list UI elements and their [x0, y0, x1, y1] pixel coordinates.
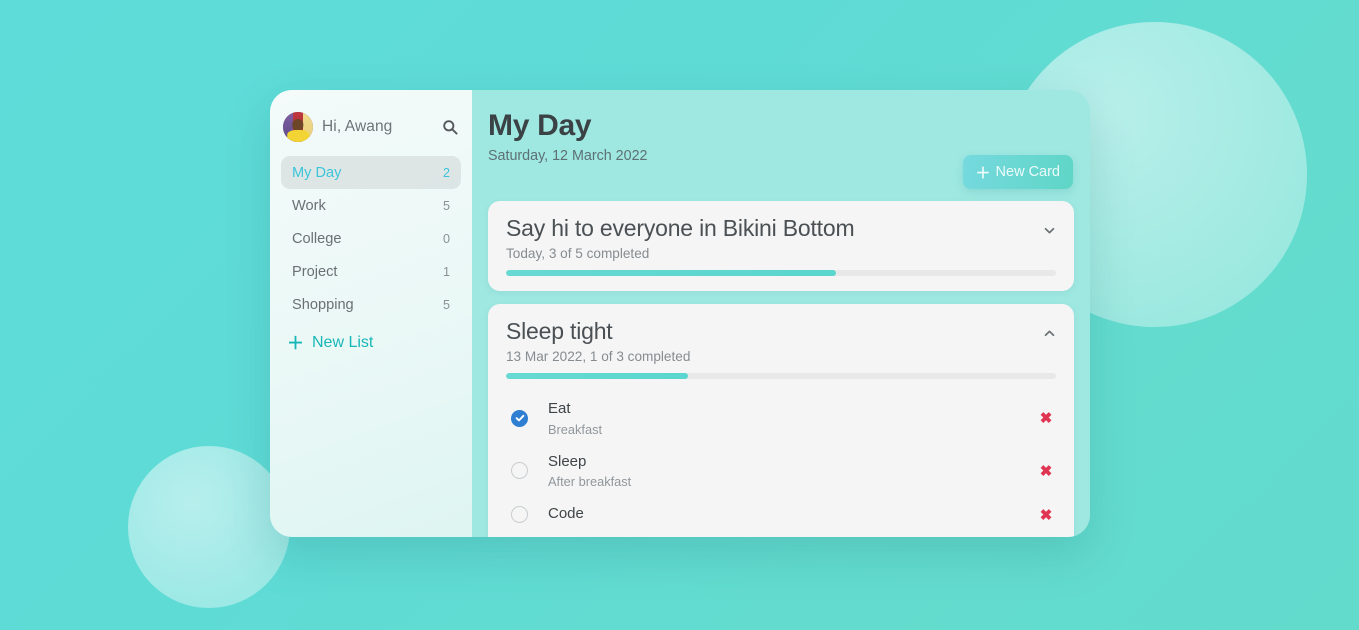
sidebar-item-count: 5: [442, 198, 450, 213]
sidebar-item-count: 2: [442, 165, 450, 180]
task-note: After breakfast: [548, 474, 632, 490]
task-card[interactable]: Sleep tight 13 Mar 2022, 1 of 3 complete…: [488, 303, 1074, 537]
new-card-label: New Card: [995, 164, 1060, 180]
new-list-button[interactable]: ＋ New List: [281, 328, 461, 358]
sidebar-nav: My Day 2 Work 5 College 0 Project 1 Shop…: [281, 156, 461, 321]
decorative-circle-bottom-left: [128, 446, 290, 608]
task-row[interactable]: Eat Breakfast ✖: [506, 392, 1056, 445]
greeting-text: Hi, Awang: [322, 118, 393, 135]
card-subtitle: Today, 3 of 5 completed: [506, 245, 650, 261]
page-title: My Day: [488, 109, 592, 142]
plus-icon: ＋: [975, 164, 991, 182]
task-row[interactable]: Sleep After breakfast ✖: [506, 445, 1056, 498]
task-note: Breakfast: [548, 421, 603, 437]
delete-task-icon[interactable]: ✖: [1038, 410, 1054, 427]
sidebar-item-count: 0: [442, 231, 450, 246]
progress-track: [506, 372, 1056, 379]
sidebar-item-work[interactable]: Work 5: [281, 189, 461, 222]
avatar: [283, 112, 313, 142]
task-title: Code: [548, 505, 584, 523]
card-title: Say hi to everyone in Bikini Bottom: [506, 214, 855, 241]
main-content: My Day Saturday, 12 March 2022 ＋ New Car…: [472, 90, 1090, 537]
task-card[interactable]: Say hi to everyone in Bikini Bottom Toda…: [488, 200, 1074, 291]
task-title: Eat: [548, 399, 571, 417]
new-list-label: New List: [312, 334, 374, 351]
profile-row: Hi, Awang: [281, 110, 461, 144]
sidebar-item-label: My Day: [292, 164, 342, 181]
plus-icon: ＋: [287, 333, 304, 353]
sidebar-item-label: Work: [292, 197, 326, 214]
task-checkbox-unchecked[interactable]: [511, 506, 528, 524]
search-icon[interactable]: [441, 118, 459, 136]
task-title: Sleep: [548, 452, 587, 470]
task-checkbox-checked[interactable]: [511, 409, 528, 427]
delete-task-icon[interactable]: ✖: [1038, 507, 1054, 524]
task-row[interactable]: Code ✖: [506, 497, 1056, 532]
sidebar-item-label: Shopping: [292, 296, 354, 313]
sidebar-item-count: 1: [442, 264, 450, 279]
sidebar-item-label: College: [292, 230, 342, 247]
card-subtitle: 13 Mar 2022, 1 of 3 completed: [506, 348, 691, 364]
app-window: Hi, Awang My Day 2 Work 5 College 0 Proj…: [270, 90, 1090, 537]
card-title: Sleep tight: [506, 317, 613, 344]
sidebar: Hi, Awang My Day 2 Work 5 College 0 Proj…: [270, 90, 472, 537]
new-card-button[interactable]: ＋ New Card: [962, 155, 1073, 189]
task-text: Eat Breakfast: [548, 400, 1038, 437]
chevron-up-icon[interactable]: [1041, 326, 1057, 342]
sidebar-item-label: Project: [292, 263, 338, 280]
task-list: Eat Breakfast ✖ Sleep After breakfast ✖: [506, 392, 1056, 532]
task-text: Code: [548, 505, 1038, 524]
progress-fill: [506, 372, 688, 379]
progress-fill: [506, 269, 836, 276]
chevron-down-icon[interactable]: [1041, 223, 1057, 239]
delete-task-icon[interactable]: ✖: [1038, 463, 1054, 480]
task-checkbox-unchecked[interactable]: [511, 462, 528, 480]
sidebar-item-shopping[interactable]: Shopping 5: [281, 288, 461, 321]
sidebar-item-my-day[interactable]: My Day 2: [281, 156, 461, 189]
sidebar-item-college[interactable]: College 0: [281, 222, 461, 255]
progress-track: [506, 269, 1056, 276]
sidebar-item-count: 5: [442, 297, 450, 312]
task-text: Sleep After breakfast: [548, 453, 1038, 490]
sidebar-item-project[interactable]: Project 1: [281, 255, 461, 288]
